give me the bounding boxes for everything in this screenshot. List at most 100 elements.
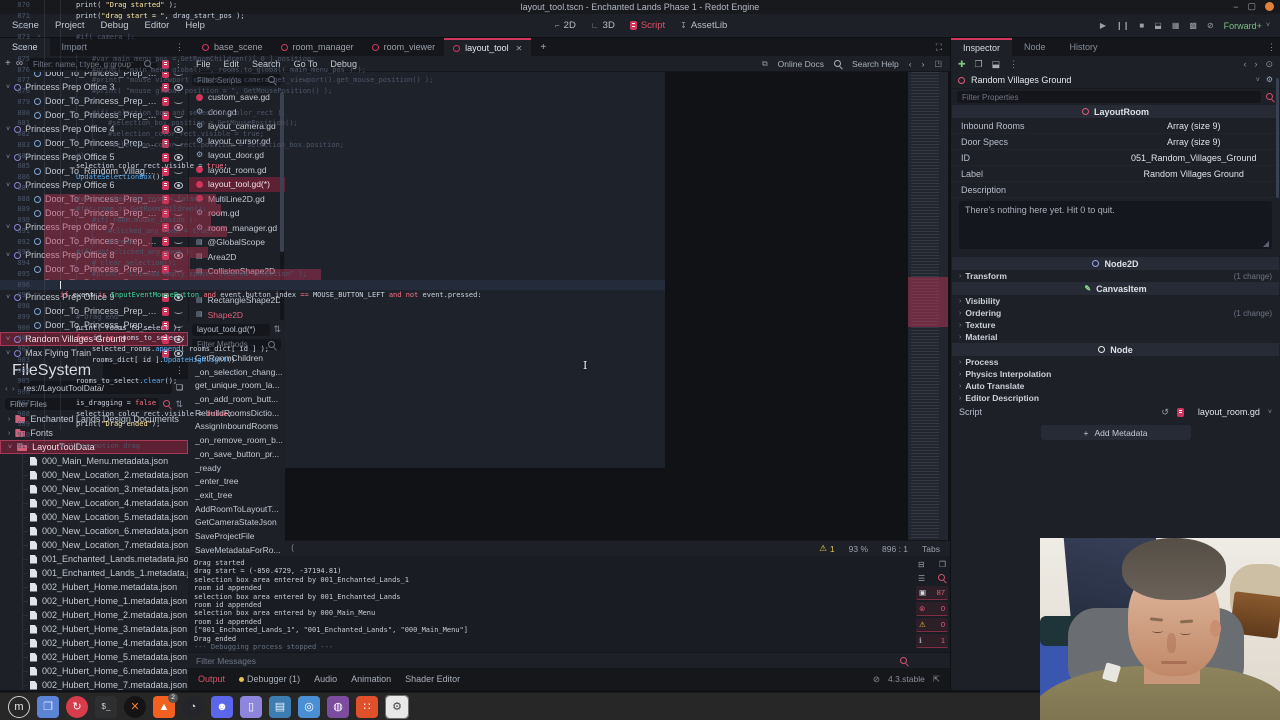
fold-icon[interactable]: ˅ <box>34 333 44 344</box>
property-value[interactable]: 051_Random_Villages_Ground <box>1116 153 1273 163</box>
editor-logs-filter-badge[interactable]: ℹ1 <box>916 634 948 648</box>
property-group-ordering[interactable]: ›Ordering(1 change) <box>951 307 1280 319</box>
revert-icon[interactable]: ↺ <box>1161 407 1169 418</box>
code-line[interactable]: 902selected_rooms.append( rooms_dict[ id… <box>0 344 665 355</box>
file-item[interactable]: 001_Enchanted_Lands.metadata.json <box>0 552 188 566</box>
file-item[interactable]: 000_New_Location_2.metadata.json <box>0 468 188 482</box>
collapse-duplicates-icon[interactable]: ☰ <box>918 574 925 583</box>
workspace-assetlib[interactable]: ↧AssetLib <box>680 20 727 31</box>
code-line[interactable]: 872 <box>0 22 665 33</box>
code-line[interactable]: 890#if( room.mouse_inside ): <box>0 215 665 226</box>
property-value[interactable]: Array (size 9) <box>1116 121 1273 131</box>
property-group-transform[interactable]: ›Transform(1 change) <box>951 270 1280 282</box>
fold-icon[interactable]: ˅ <box>34 32 44 43</box>
code-line[interactable]: 911# Mouse motion drag <box>0 441 665 452</box>
code-line[interactable]: 898 <box>0 301 665 312</box>
movie-writer-2-button[interactable]: ▩ <box>1189 21 1197 30</box>
code-line[interactable]: 904 <box>0 366 665 377</box>
property-group-visibility[interactable]: ›Visibility <box>951 295 1280 307</box>
load-resource-icon[interactable]: ❐ <box>975 59 983 70</box>
code-line[interactable]: 889#for room in GetRoomChildren(): <box>0 204 665 215</box>
filter-messages-placeholder[interactable]: Filter Messages <box>196 656 256 666</box>
more-options-icon[interactable]: ⋮ <box>1267 38 1280 56</box>
file-item[interactable]: 002_Hubert_Home_3.metadata.json <box>0 622 188 636</box>
code-line[interactable]: 892#break; <box>0 237 665 248</box>
property-value[interactable]: Array (size 9) <box>1116 137 1273 147</box>
resize-corner-icon[interactable]: ◢ <box>1263 239 1269 248</box>
method-item[interactable]: SaveProjectFile <box>188 530 285 544</box>
taskbar-calculator[interactable]: ∷ <box>356 696 378 718</box>
play-button[interactable]: ▶ <box>1100 21 1106 30</box>
property-group-editor-description[interactable]: ›Editor Description <box>951 392 1280 404</box>
property-row[interactable]: Inbound RoomsArray (size 9) <box>951 118 1280 134</box>
remote-debug-button[interactable]: ⬓ <box>1154 21 1162 30</box>
warning-count-badge[interactable]: ⚠1 <box>819 543 834 554</box>
code-line[interactable]: 884#} <box>0 151 665 162</box>
taskbar-file-manager[interactable]: ❐ <box>37 696 59 718</box>
code-line[interactable]: 880˅#if( selection_box and selection_col… <box>0 108 665 119</box>
property-row[interactable]: ID051_Random_Villages_Ground <box>951 150 1280 166</box>
file-item[interactable]: 002_Hubert_Home_5.metadata.json <box>0 650 188 664</box>
bottom-tab-debugger-1-[interactable]: Debugger (1) <box>239 674 300 684</box>
code-line[interactable]: 900print( rooms_to_select ); <box>0 323 665 334</box>
float-panel-icon[interactable]: ◳ <box>934 59 942 68</box>
property-group-physics-interpolation[interactable]: ›Physics Interpolation <box>951 368 1280 380</box>
bottom-tab-animation[interactable]: Animation <box>351 674 391 684</box>
tab-history[interactable]: History <box>1058 38 1110 56</box>
property-group-process[interactable]: ›Process <box>951 356 1280 368</box>
taskbar-terminal[interactable]: $_ <box>95 696 117 718</box>
code-line[interactable]: 879# <box>0 97 665 108</box>
code-line[interactable]: 873˅#if( camera ): <box>0 32 665 43</box>
property-row[interactable]: Description <box>951 182 1280 198</box>
taskbar-discord[interactable]: ☻ <box>211 696 233 718</box>
mute-notifications-icon[interactable]: ⊘ <box>873 674 880 685</box>
fold-icon[interactable]: ˅ <box>34 194 44 205</box>
code-line[interactable]: 874#{ <box>0 43 665 54</box>
method-item[interactable]: _enter_tree <box>188 475 285 489</box>
file-item[interactable]: 000_New_Location_6.metadata.json <box>0 524 188 538</box>
property-group-texture[interactable]: ›Texture <box>951 319 1280 331</box>
search-output-icon[interactable] <box>938 574 946 582</box>
property-row[interactable]: Door SpecsArray (size 9) <box>951 134 1280 150</box>
inspector-node-selector[interactable]: Random Villages Ground ˅ ⚙ <box>951 72 1280 89</box>
clear-output-icon[interactable]: ⊟ <box>918 560 925 569</box>
errors-filter-badge[interactable]: ⊗0 <box>916 602 948 616</box>
file-item[interactable]: 002_Hubert_Home_1.metadata.json <box>0 594 188 608</box>
inspector-scrollbar[interactable] <box>1276 78 1279 198</box>
code-line[interactable]: 887 <box>0 183 665 194</box>
minimize-button[interactable]: − <box>1233 2 1238 12</box>
property-group-material[interactable]: ›Material <box>951 331 1280 343</box>
taskbar-settings[interactable]: ⚙ <box>386 696 408 718</box>
toggle-distraction-free-icon[interactable]: ⛶ <box>936 42 950 53</box>
property-row[interactable]: LabelRandom Villages Ground <box>951 166 1280 182</box>
pause-button[interactable]: ❙❙ <box>1116 21 1129 30</box>
code-line[interactable]: 895#print( "Clicked empty space: cleared… <box>0 269 665 280</box>
maximize-button[interactable]: ▢ <box>1247 1 1256 12</box>
script-property-value[interactable]: layout_room.gd <box>1198 407 1260 417</box>
taskbar-github-desktop[interactable]: ◍ <box>327 696 349 718</box>
code-line[interactable]: 897˅if event is InputEventMouseButton an… <box>0 290 665 301</box>
resource-options-icon[interactable]: ⋮ <box>1009 59 1018 70</box>
taskbar-obs-studio[interactable]: ◔ <box>182 696 204 718</box>
pin-icon[interactable]: ⊙ <box>1265 59 1273 70</box>
taskbar-screenshot-tool[interactable]: ◎ <box>298 696 320 718</box>
code-line[interactable]: 877#print( "mouse viewport coords = ", c… <box>0 75 665 86</box>
add-metadata-button[interactable]: +Add Metadata <box>1041 425 1191 440</box>
method-item[interactable]: AddRoomToLayoutT... <box>188 503 285 517</box>
code-line[interactable]: 903rooms_dict[ id ].UpdateHighlight() <box>0 355 665 366</box>
code-line[interactable]: 906 <box>0 387 665 398</box>
property-group-auto-translate[interactable]: ›Auto Translate <box>951 380 1280 392</box>
file-item[interactable]: 000_New_Location_4.metadata.json <box>0 496 188 510</box>
property-value[interactable]: Random Villages Ground <box>1116 169 1273 179</box>
code-line[interactable]: 870print( "Drag started" ); <box>0 0 665 11</box>
method-item[interactable]: _exit_tree <box>188 489 285 503</box>
file-item[interactable]: 000_New_Location_3.metadata.json <box>0 482 188 496</box>
copy-output-icon[interactable]: ❐ <box>939 560 946 569</box>
code-line[interactable]: 883#selection_color_rect.position = sele… <box>0 140 665 151</box>
bottom-tab-shader-editor[interactable]: Shader Editor <box>405 674 460 684</box>
code-line[interactable]: 871print("drag start = ", drag_start_pos… <box>0 11 665 22</box>
code-line[interactable]: 878#print( "mouse global position = ", G… <box>0 86 665 97</box>
file-item[interactable]: 002_Hubert_Home.metadata.json <box>0 580 188 594</box>
file-item[interactable]: 002_Hubert_Home_4.metadata.json <box>0 636 188 650</box>
messages-filter-badge[interactable]: ▣87 <box>916 586 948 600</box>
